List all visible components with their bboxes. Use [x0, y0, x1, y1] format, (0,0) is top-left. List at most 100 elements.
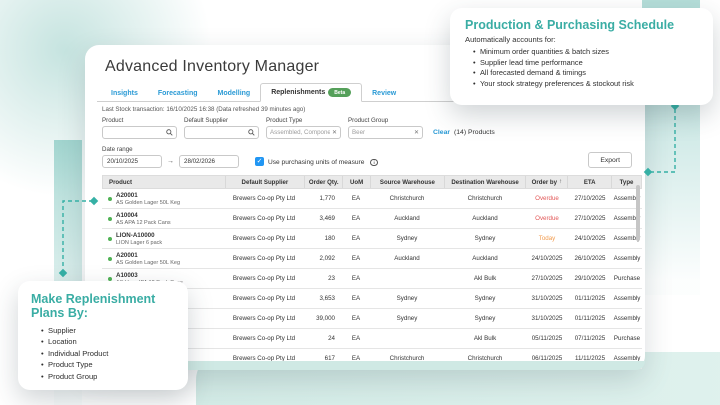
- column-header[interactable]: Source Warehouse: [370, 176, 444, 188]
- table-row[interactable]: A10004 AS APA 12 Pack Cans Brewers Co-op…: [102, 209, 642, 229]
- info-icon[interactable]: i: [370, 158, 378, 166]
- table-row[interactable]: A20001 AS Golden Lager 50L Keg Brewers C…: [102, 189, 642, 209]
- supplier-cell: Brewers Co-op Pty Ltd: [232, 215, 296, 222]
- order-by-cell: 24/10/2025: [531, 255, 563, 262]
- callout-bullet: Your stock strategy preferences & stocko…: [473, 79, 698, 90]
- column-header[interactable]: ETA: [567, 176, 611, 188]
- table-row[interactable]: A20001 AS Golden Lager 50L Keg Brewers C…: [102, 249, 642, 269]
- source-warehouse-cell: Auckland: [394, 215, 420, 222]
- eta-cell: 26/10/2025: [574, 255, 606, 262]
- table-header-row: Product Default Supplier Order Qty. UoM …: [102, 175, 642, 189]
- eta-cell: 29/10/2025: [574, 275, 606, 282]
- column-header[interactable]: UoM: [342, 176, 370, 188]
- column-header-label: Type: [619, 178, 634, 186]
- order-qty-cell: 24: [328, 335, 335, 342]
- product-code: A10004: [116, 211, 138, 219]
- callout-bullet: Supplier lead time performance: [473, 58, 698, 69]
- callout-bullet-list: Minimum order quantities & batch sizesSu…: [465, 47, 698, 89]
- tab[interactable]: Review: [362, 86, 406, 101]
- tab-label: Replenishments: [271, 89, 326, 96]
- clear-filter-icon[interactable]: ✕: [332, 130, 337, 136]
- column-header[interactable]: Order by ↑: [525, 176, 567, 188]
- type-cell: Purchase: [613, 275, 641, 282]
- callout-bullet: Minimum order quantities & batch sizes: [473, 47, 698, 58]
- order-by-cell: 27/10/2025: [531, 275, 563, 282]
- product-cell: LION-A10000 LION Lager 6 pack: [102, 232, 224, 246]
- eta-cell: 01/11/2025: [574, 315, 606, 322]
- date-to-box[interactable]: [179, 155, 239, 168]
- source-warehouse-cell: Sydney: [396, 295, 418, 302]
- product-group-filter-box[interactable]: ✕: [348, 126, 423, 139]
- order-by-cell: 31/10/2025: [531, 315, 563, 322]
- tab-label: Modelling: [217, 90, 251, 97]
- column-header[interactable]: Product: [103, 176, 225, 188]
- filter-label: Product Group: [348, 117, 389, 124]
- supplier-cell: Brewers Co-op Pty Ltd: [232, 275, 296, 282]
- uom-checkbox-label: Use purchasing units of measure: [268, 158, 365, 166]
- column-header[interactable]: Destination Warehouse: [443, 176, 526, 188]
- date-to-input[interactable]: [184, 158, 234, 165]
- product-group-input[interactable]: [352, 129, 412, 136]
- date-from-box[interactable]: [102, 155, 162, 168]
- tab[interactable]: Replenishments Beta: [260, 83, 363, 102]
- callout-title: Make Replenishment Plans By:: [31, 292, 156, 320]
- product-name: AS APA 12 Pack Cans: [116, 219, 171, 226]
- eta-cell: 24/10/2025: [574, 235, 606, 242]
- filter-label: Product: [102, 117, 124, 124]
- callout-bullet-list: SupplierLocationIndividual ProductProduc…: [31, 325, 175, 382]
- order-by-cell: Today: [538, 235, 556, 242]
- eta-cell: 01/11/2025: [574, 295, 606, 302]
- order-qty-cell: 23: [328, 275, 335, 282]
- source-warehouse-cell: Auckland: [394, 255, 420, 262]
- clear-filter-icon[interactable]: ✕: [414, 130, 419, 136]
- filter-default-supplier: Default Supplier: [184, 117, 259, 139]
- column-header-label: UoM: [349, 178, 364, 186]
- tab[interactable]: Insights: [101, 86, 148, 101]
- product-filter-box[interactable]: [102, 126, 177, 139]
- column-header-label: Destination Warehouse: [451, 178, 519, 186]
- uom-cell: EA: [351, 275, 361, 282]
- type-cell: Assembly: [613, 295, 641, 302]
- filter-label: Default Supplier: [184, 117, 229, 124]
- product-type-filter-box[interactable]: ✕: [266, 126, 341, 139]
- products-count: (14) Products: [454, 129, 495, 136]
- supplier-search-input[interactable]: [188, 129, 248, 136]
- destination-warehouse-cell: Akl Bulk: [473, 275, 497, 282]
- eta-cell: 27/10/2025: [574, 215, 606, 222]
- table-scrollbar[interactable]: [636, 185, 640, 241]
- tab[interactable]: Forecasting: [148, 86, 208, 101]
- order-qty-cell: 2,092: [319, 255, 335, 262]
- table-row[interactable]: LION-A10000 LION Lager 6 pack Brewers Co…: [102, 229, 642, 249]
- export-button[interactable]: Export: [588, 152, 632, 168]
- supplier-cell: Brewers Co-op Pty Ltd: [232, 195, 296, 202]
- product-code: A10003: [116, 271, 138, 279]
- clear-filters-link[interactable]: Clear: [433, 129, 450, 136]
- column-header-label: Default Supplier: [241, 178, 289, 186]
- date-range-label: Date range: [102, 146, 133, 153]
- beta-badge: Beta: [328, 88, 352, 97]
- column-header-label: ETA: [583, 178, 596, 186]
- last-transaction-status: Last Stock transaction: 16/10/2025 16:38…: [102, 106, 306, 113]
- tab-label: Review: [372, 90, 397, 97]
- product-cell: A20001 AS Golden Lager 50L Keg: [102, 252, 224, 266]
- callout-bullet: Location: [41, 336, 175, 348]
- type-cell: Assembly: [613, 315, 641, 322]
- order-by-cell: 05/11/2025: [531, 335, 563, 342]
- order-by-cell: Overdue: [535, 195, 559, 202]
- column-header[interactable]: Default Supplier: [224, 176, 305, 188]
- source-warehouse-cell: Sydney: [396, 235, 418, 242]
- stock-status-dot: [108, 236, 112, 241]
- tab[interactable]: Modelling: [208, 86, 261, 101]
- product-type-input[interactable]: [270, 129, 330, 136]
- column-header[interactable]: Order Qty.: [304, 176, 342, 188]
- uom-cell: EA: [351, 215, 361, 222]
- filter-label: Product Type: [266, 117, 303, 124]
- stock-status-dot: [108, 216, 112, 221]
- tab-label: Insights: [111, 90, 138, 97]
- filter-product: Product: [102, 117, 177, 139]
- supplier-filter-box[interactable]: [184, 126, 259, 139]
- uom-checkbox[interactable]: ✓: [255, 157, 264, 166]
- date-from-input[interactable]: [107, 158, 157, 165]
- product-search-input[interactable]: [106, 129, 166, 136]
- callout-bullet: Product Type: [41, 359, 175, 371]
